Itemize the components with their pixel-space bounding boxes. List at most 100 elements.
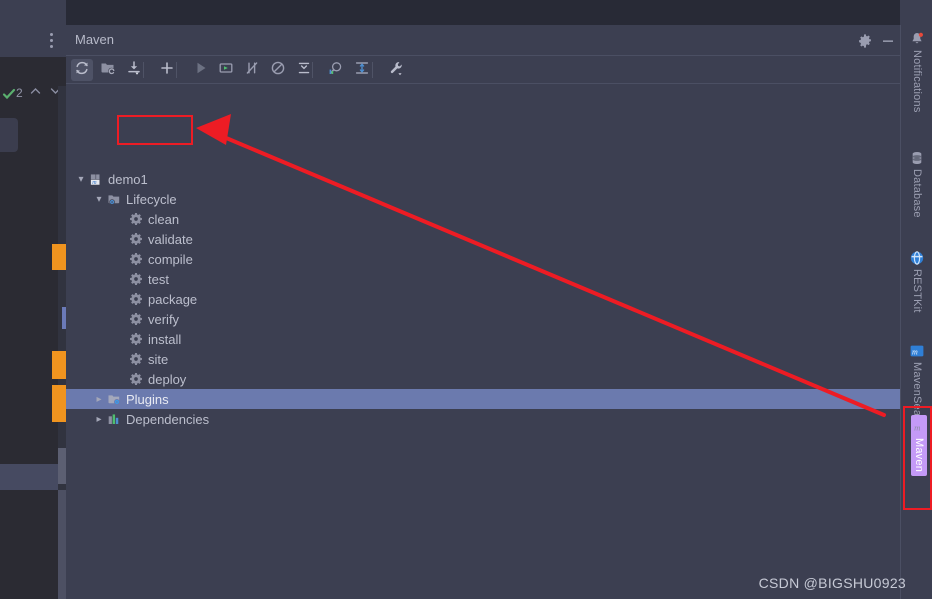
- editor-lower-area: [0, 490, 58, 599]
- offline-icon: [270, 60, 286, 81]
- maven-search-icon: m: [909, 343, 925, 359]
- tool-tab-label: Database: [911, 169, 923, 218]
- analyzer-icon: [328, 60, 344, 81]
- more-options-icon[interactable]: [50, 33, 54, 49]
- execute-maven-goal-button[interactable]: [215, 59, 237, 81]
- tree-node-verify[interactable]: verify: [66, 309, 900, 329]
- maven-window-header: Maven: [66, 25, 900, 56]
- download-icon: [126, 60, 142, 81]
- plugins-folder-icon: [106, 391, 122, 407]
- right-bar-top-gap: [900, 0, 932, 25]
- right-tool-bar: Notifications Database RESTKit m MavenSe…: [900, 25, 932, 599]
- editor-marker: [52, 385, 66, 422]
- chevron-up-icon[interactable]: [28, 86, 42, 98]
- goal-gear-icon: [128, 211, 144, 227]
- folder-refresh-icon: [100, 60, 116, 81]
- tree-node-deploy[interactable]: deploy: [66, 369, 900, 389]
- watermark: CSDN @BIGSHU0923: [758, 575, 906, 591]
- show-diagram-button[interactable]: [351, 59, 373, 81]
- inspection-count: 2: [16, 86, 23, 100]
- dependencies-icon: [106, 411, 122, 427]
- tree-node-label: verify: [148, 311, 180, 327]
- editor-scrollbar-thumb[interactable]: [58, 448, 66, 484]
- goal-gear-icon: [128, 271, 144, 287]
- chevron-down-icon[interactable]: ▾: [92, 194, 106, 205]
- tree-node-plugins[interactable]: ▸ Plugins: [66, 389, 900, 409]
- database-icon: [909, 150, 925, 166]
- run-icon: [193, 60, 209, 81]
- tree-node-package[interactable]: package: [66, 289, 900, 309]
- maven-project-tree[interactable]: ▾ m demo1 ▾ Lifecycle clean validate com…: [66, 84, 900, 599]
- reload-all-maven-projects-button[interactable]: [71, 59, 93, 81]
- add-maven-project-button[interactable]: [156, 59, 178, 81]
- download-sources-button[interactable]: [123, 59, 145, 81]
- goal-gear-icon: [128, 311, 144, 327]
- maven-module-icon: m: [88, 171, 104, 187]
- tool-tab-restkit[interactable]: RESTKit: [901, 250, 932, 313]
- tree-node-label: site: [148, 351, 169, 367]
- restkit-icon: [909, 250, 925, 266]
- svg-text:m: m: [914, 423, 920, 433]
- svg-text:m: m: [92, 179, 97, 185]
- generate-sources-button[interactable]: [97, 59, 119, 81]
- tool-tab-notifications[interactable]: Notifications: [901, 31, 932, 113]
- tree-node-label: Lifecycle: [126, 191, 177, 207]
- tree-node-label: clean: [148, 211, 180, 227]
- tool-tab-maven[interactable]: m Maven: [911, 415, 927, 477]
- minimize-icon[interactable]: [880, 33, 896, 49]
- maven-window-title: Maven: [75, 32, 115, 47]
- editor-popup-stub: [0, 118, 18, 152]
- editor-strip: 2: [0, 0, 67, 599]
- chevron-right-icon[interactable]: ▸: [92, 414, 106, 425]
- editor-lower-divider: [58, 490, 66, 599]
- goal-gear-icon: [128, 331, 144, 347]
- editor-inspection-row: [0, 57, 66, 86]
- tree-node-label: validate: [148, 231, 193, 247]
- execute-goal-icon: [218, 60, 234, 81]
- chevron-down-icon[interactable]: ▾: [74, 174, 88, 185]
- tree-node-label: install: [148, 331, 182, 347]
- tree-node-compile[interactable]: compile: [66, 249, 900, 269]
- tree-node-validate[interactable]: validate: [66, 229, 900, 249]
- toggle-skip-tests-button[interactable]: [241, 59, 263, 81]
- tree-node-test[interactable]: test: [66, 269, 900, 289]
- collapse-all-icon: [296, 60, 312, 81]
- tree-node-label: compile: [148, 251, 193, 267]
- plus-icon: [159, 60, 175, 81]
- goal-gear-icon: [128, 251, 144, 267]
- diagram-icon: [354, 60, 370, 81]
- refresh-icon: [74, 60, 90, 81]
- tree-node-label: test: [148, 271, 169, 287]
- tree-node-clean[interactable]: clean: [66, 209, 900, 229]
- tree-node-label: Plugins: [126, 391, 169, 407]
- toggle-offline-mode-button[interactable]: [267, 59, 289, 81]
- goal-gear-icon: [128, 371, 144, 387]
- editor-tab-bar: [0, 25, 66, 58]
- dependency-analyzer-button[interactable]: [325, 59, 347, 81]
- tree-node-install[interactable]: install: [66, 329, 900, 349]
- tool-tab-label: RESTKit: [911, 269, 923, 313]
- editor-top-bar: [0, 0, 66, 26]
- maven-icon: m: [911, 419, 927, 435]
- editor-marker: [52, 351, 66, 379]
- collapse-all-button[interactable]: [293, 59, 315, 81]
- tree-node-site[interactable]: site: [66, 349, 900, 369]
- goal-gear-icon: [128, 291, 144, 307]
- run-maven-build-button[interactable]: [190, 59, 212, 81]
- goal-gear-icon: [128, 351, 144, 367]
- chevron-right-icon[interactable]: ▸: [92, 394, 106, 405]
- check-icon: [2, 87, 16, 101]
- lifecycle-folder-icon: [106, 191, 122, 207]
- editor-status-strip: [0, 464, 58, 490]
- maven-settings-button[interactable]: [385, 59, 407, 81]
- tree-node-dependencies[interactable]: ▸ Dependencies: [66, 409, 900, 429]
- editor-marker: [52, 244, 66, 270]
- ide-window: 2 Maven ▾ m demo1 ▾ Lifecycle clean vali…: [0, 0, 932, 599]
- tool-tab-database[interactable]: Database: [901, 150, 932, 218]
- tool-tab-label: Notifications: [911, 50, 923, 113]
- tree-node-label: package: [148, 291, 198, 307]
- tree-node-lifecycle[interactable]: ▾ Lifecycle: [66, 189, 900, 209]
- tree-node-label: demo1: [108, 171, 148, 187]
- gear-icon[interactable]: [857, 33, 873, 49]
- tree-node-demo1[interactable]: ▾ m demo1: [66, 169, 900, 189]
